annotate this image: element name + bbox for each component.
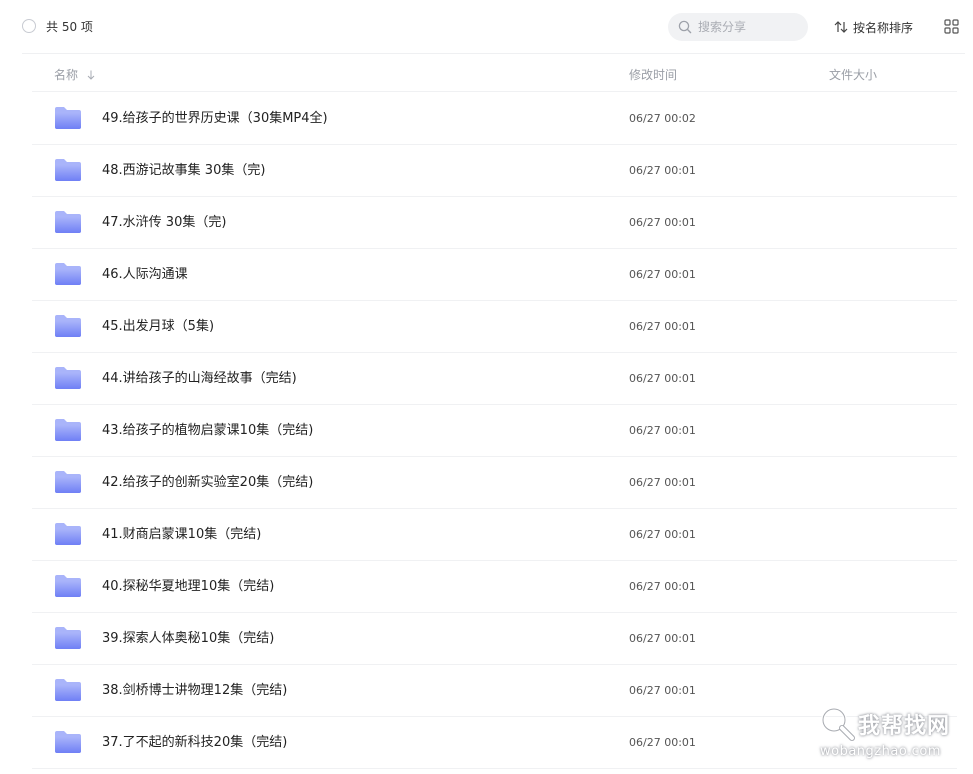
header-size[interactable]: 文件大小 xyxy=(829,66,877,83)
table-row[interactable]: 43.给孩子的植物启蒙课10集（完结) 06/27 00:01 xyxy=(32,405,957,457)
search-input[interactable] xyxy=(698,17,798,37)
folder-icon xyxy=(55,211,81,233)
folder-icon xyxy=(55,627,81,649)
file-list-page: 共 50 项 按名称排序 xyxy=(0,0,973,774)
table-row[interactable]: 47.水浒传 30集（完) 06/27 00:01 xyxy=(32,197,957,249)
table-row[interactable]: 48.西游记故事集 30集（完) 06/27 00:01 xyxy=(32,145,957,197)
sort-icon xyxy=(834,21,848,33)
select-all-checkbox[interactable] xyxy=(22,19,36,33)
magnifier-logo-icon xyxy=(821,707,855,741)
table-row[interactable]: 41.财商启蒙课10集（完结) 06/27 00:01 xyxy=(32,509,957,561)
folder-icon xyxy=(55,679,81,701)
file-name[interactable]: 41.财商启蒙课10集（完结) xyxy=(102,526,261,544)
file-name[interactable]: 43.给孩子的植物启蒙课10集（完结) xyxy=(102,422,313,440)
folder-icon xyxy=(55,471,81,493)
folder-icon xyxy=(55,367,81,389)
file-modified: 06/27 00:01 xyxy=(629,684,696,697)
folder-icon xyxy=(55,523,81,545)
folder-icon xyxy=(55,315,81,337)
table-row[interactable]: 42.给孩子的创新实验室20集（完结) 06/27 00:01 xyxy=(32,457,957,509)
file-modified: 06/27 00:01 xyxy=(629,164,696,177)
folder-icon xyxy=(55,107,81,129)
folder-icon xyxy=(55,419,81,441)
watermark-subtitle: wobangzhao.com xyxy=(820,744,941,759)
table-row[interactable]: 45.出发月球（5集) 06/27 00:01 xyxy=(32,301,957,353)
file-modified: 06/27 00:01 xyxy=(629,632,696,645)
sort-button[interactable]: 按名称排序 xyxy=(834,18,913,36)
file-modified: 06/27 00:01 xyxy=(629,580,696,593)
table-row[interactable]: 40.探秘华夏地理10集（完结) 06/27 00:01 xyxy=(32,561,957,613)
table-header: 名称 修改时间 文件大小 xyxy=(32,54,957,92)
search-icon xyxy=(678,20,692,34)
file-name[interactable]: 38.剑桥博士讲物理12集（完结) xyxy=(102,682,287,700)
file-name[interactable]: 39.探索人体奥秘10集（完结) xyxy=(102,630,274,648)
sort-arrow-down-icon xyxy=(87,70,95,80)
search-box[interactable] xyxy=(668,13,808,41)
file-name[interactable]: 44.讲给孩子的山海经故事（完结) xyxy=(102,370,297,388)
file-modified: 06/27 00:01 xyxy=(629,216,696,229)
folder-icon xyxy=(55,159,81,181)
table-row[interactable]: 39.探索人体奥秘10集（完结) 06/27 00:01 xyxy=(32,613,957,665)
file-name[interactable]: 47.水浒传 30集（完) xyxy=(102,214,226,232)
file-name[interactable]: 40.探秘华夏地理10集（完结) xyxy=(102,578,274,596)
table-row[interactable]: 44.讲给孩子的山海经故事（完结) 06/27 00:01 xyxy=(32,353,957,405)
file-name[interactable]: 49.给孩子的世界历史课（30集MP4全) xyxy=(102,110,328,128)
file-modified: 06/27 00:01 xyxy=(629,320,696,333)
header-modified[interactable]: 修改时间 xyxy=(629,66,677,83)
table-row[interactable]: 46.人际沟通课 06/27 00:01 xyxy=(32,249,957,301)
file-name[interactable]: 37.了不起的新科技20集（完结) xyxy=(102,734,287,752)
table-row[interactable]: 49.给孩子的世界历史课（30集MP4全) 06/27 00:02 xyxy=(32,93,957,145)
file-modified: 06/27 00:01 xyxy=(629,736,696,749)
grid-view-button[interactable] xyxy=(944,19,959,34)
watermark-title: 我帮找网 xyxy=(858,714,951,739)
header-name[interactable]: 名称 xyxy=(54,66,95,83)
file-name[interactable]: 45.出发月球（5集) xyxy=(102,318,214,336)
file-modified: 06/27 00:01 xyxy=(629,476,696,489)
file-name[interactable]: 48.西游记故事集 30集（完) xyxy=(102,162,265,180)
file-modified: 06/27 00:02 xyxy=(629,112,696,125)
file-name[interactable]: 42.给孩子的创新实验室20集（完结) xyxy=(102,474,313,492)
file-modified: 06/27 00:01 xyxy=(629,528,696,541)
file-modified: 06/27 00:01 xyxy=(629,268,696,281)
folder-icon xyxy=(55,263,81,285)
toolbar: 共 50 项 按名称排序 xyxy=(0,0,973,54)
item-count: 共 50 项 xyxy=(46,20,93,34)
file-name[interactable]: 46.人际沟通课 xyxy=(102,266,188,284)
folder-icon xyxy=(55,731,81,753)
file-list: 49.给孩子的世界历史课（30集MP4全) 06/27 00:02 48.西游记故事… xyxy=(32,93,957,769)
grid-view-icon xyxy=(944,19,959,34)
watermark: 我帮找网 wobangzhao.com xyxy=(818,704,968,770)
header-name-label: 名称 xyxy=(54,68,79,82)
file-modified: 06/27 00:01 xyxy=(629,372,696,385)
folder-icon xyxy=(55,575,81,597)
sort-label: 按名称排序 xyxy=(853,20,914,35)
file-modified: 06/27 00:01 xyxy=(629,424,696,437)
